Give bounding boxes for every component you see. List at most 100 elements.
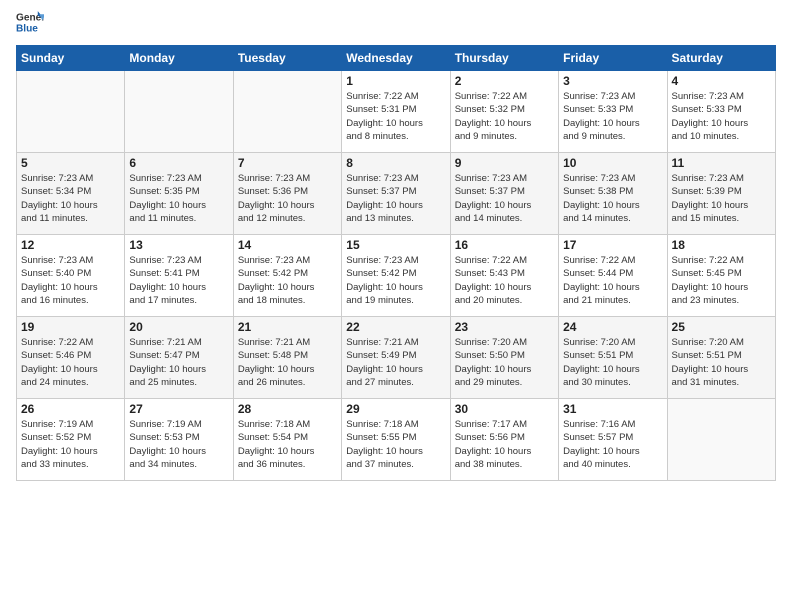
- day-info: Sunrise: 7:23 AM Sunset: 5:37 PM Dayligh…: [455, 172, 554, 225]
- calendar-cell: 28 Sunrise: 7:18 AM Sunset: 5:54 PM Dayli…: [233, 399, 341, 481]
- day-info: Sunrise: 7:23 AM Sunset: 5:33 PM Dayligh…: [672, 90, 771, 143]
- calendar-cell: 11Sunrise: 7:23 AM Sunset: 5:39 PM Dayli…: [667, 153, 775, 235]
- calendar-cell: 19Sunrise: 7:22 AM Sunset: 5:46 PM Dayli…: [17, 317, 125, 399]
- day-info: Sunrise: 7:20 AM Sunset: 5:51 PM Dayligh…: [563, 336, 662, 389]
- weekday-header-tuesday: Tuesday: [233, 46, 341, 71]
- calendar-table: SundayMondayTuesdayWednesdayThursdayFrid…: [16, 45, 776, 481]
- day-number: 12: [21, 238, 120, 252]
- calendar-week-3: 12 Sunrise: 7:23 AM Sunset: 5:40 PM Dayli…: [17, 235, 776, 317]
- day-info: Sunrise: 7:21 AM Sunset: 5:49 PM Dayligh…: [346, 336, 445, 389]
- day-number: 26: [21, 402, 120, 416]
- day-number: 3: [563, 74, 662, 88]
- calendar-cell: 30 Sunrise: 7:17 AM Sunset: 5:56 PM Dayli…: [450, 399, 558, 481]
- calendar-cell: [233, 71, 341, 153]
- calendar-cell: 3Sunrise: 7:23 AM Sunset: 5:33 PM Daylig…: [559, 71, 667, 153]
- weekday-header-row: SundayMondayTuesdayWednesdayThursdayFrid…: [17, 46, 776, 71]
- calendar-cell: 16Sunrise: 7:22 AM Sunset: 5:43 PM Dayli…: [450, 235, 558, 317]
- logo: General Blue: [16, 12, 44, 41]
- calendar-body: 1 Sunrise: 7:22 AM Sunset: 5:31 PM Daylig…: [17, 71, 776, 481]
- day-info: Sunrise: 7:16 AM Sunset: 5:57 PM Dayligh…: [563, 418, 662, 471]
- day-info: Sunrise: 7:22 AM Sunset: 5:43 PM Dayligh…: [455, 254, 554, 307]
- day-number: 2: [455, 74, 554, 88]
- day-number: 22: [346, 320, 445, 334]
- weekday-header-saturday: Saturday: [667, 46, 775, 71]
- calendar-cell: 14 Sunrise: 7:23 AM Sunset: 5:42 PM Dayli…: [233, 235, 341, 317]
- calendar-cell: 17 Sunrise: 7:22 AM Sunset: 5:44 PM Dayli…: [559, 235, 667, 317]
- day-number: 5: [21, 156, 120, 170]
- calendar-cell: 29 Sunrise: 7:18 AM Sunset: 5:55 PM Dayli…: [342, 399, 450, 481]
- day-info: Sunrise: 7:22 AM Sunset: 5:31 PM Dayligh…: [346, 90, 445, 143]
- day-number: 31: [563, 402, 662, 416]
- calendar-week-5: 26 Sunrise: 7:19 AM Sunset: 5:52 PM Dayli…: [17, 399, 776, 481]
- day-info: Sunrise: 7:23 AM Sunset: 5:38 PM Dayligh…: [563, 172, 662, 225]
- header: General Blue: [16, 12, 776, 41]
- day-number: 24: [563, 320, 662, 334]
- day-info: Sunrise: 7:21 AM Sunset: 5:47 PM Dayligh…: [129, 336, 228, 389]
- calendar-cell: 2 Sunrise: 7:22 AM Sunset: 5:32 PM Daylig…: [450, 71, 558, 153]
- svg-text:Blue: Blue: [16, 23, 38, 34]
- calendar-header: SundayMondayTuesdayWednesdayThursdayFrid…: [17, 46, 776, 71]
- day-info: Sunrise: 7:19 AM Sunset: 5:52 PM Dayligh…: [21, 418, 120, 471]
- day-info: Sunrise: 7:23 AM Sunset: 5:35 PM Dayligh…: [129, 172, 228, 225]
- day-info: Sunrise: 7:21 AM Sunset: 5:48 PM Dayligh…: [238, 336, 337, 389]
- day-info: Sunrise: 7:22 AM Sunset: 5:44 PM Dayligh…: [563, 254, 662, 307]
- day-number: 17: [563, 238, 662, 252]
- day-number: 8: [346, 156, 445, 170]
- day-number: 28: [238, 402, 337, 416]
- day-info: Sunrise: 7:20 AM Sunset: 5:51 PM Dayligh…: [672, 336, 771, 389]
- calendar-cell: 8 Sunrise: 7:23 AM Sunset: 5:37 PM Daylig…: [342, 153, 450, 235]
- day-number: 7: [238, 156, 337, 170]
- day-number: 23: [455, 320, 554, 334]
- day-info: Sunrise: 7:22 AM Sunset: 5:46 PM Dayligh…: [21, 336, 120, 389]
- calendar-cell: 13Sunrise: 7:23 AM Sunset: 5:41 PM Dayli…: [125, 235, 233, 317]
- calendar-cell: 6 Sunrise: 7:23 AM Sunset: 5:35 PM Daylig…: [125, 153, 233, 235]
- day-info: Sunrise: 7:22 AM Sunset: 5:32 PM Dayligh…: [455, 90, 554, 143]
- day-info: Sunrise: 7:23 AM Sunset: 5:37 PM Dayligh…: [346, 172, 445, 225]
- weekday-header-friday: Friday: [559, 46, 667, 71]
- day-info: Sunrise: 7:23 AM Sunset: 5:42 PM Dayligh…: [346, 254, 445, 307]
- day-number: 30: [455, 402, 554, 416]
- calendar-cell: [125, 71, 233, 153]
- day-number: 27: [129, 402, 228, 416]
- day-number: 10: [563, 156, 662, 170]
- calendar-cell: 23 Sunrise: 7:20 AM Sunset: 5:50 PM Dayli…: [450, 317, 558, 399]
- calendar-cell: 26 Sunrise: 7:19 AM Sunset: 5:52 PM Dayli…: [17, 399, 125, 481]
- day-info: Sunrise: 7:23 AM Sunset: 5:40 PM Dayligh…: [21, 254, 120, 307]
- day-info: Sunrise: 7:23 AM Sunset: 5:34 PM Dayligh…: [21, 172, 120, 225]
- day-number: 15: [346, 238, 445, 252]
- calendar-cell: 25 Sunrise: 7:20 AM Sunset: 5:51 PM Dayli…: [667, 317, 775, 399]
- weekday-header-wednesday: Wednesday: [342, 46, 450, 71]
- calendar-cell: 12 Sunrise: 7:23 AM Sunset: 5:40 PM Dayli…: [17, 235, 125, 317]
- calendar-cell: 7 Sunrise: 7:23 AM Sunset: 5:36 PM Daylig…: [233, 153, 341, 235]
- day-number: 25: [672, 320, 771, 334]
- day-number: 29: [346, 402, 445, 416]
- day-info: Sunrise: 7:23 AM Sunset: 5:41 PM Dayligh…: [129, 254, 228, 307]
- day-number: 4: [672, 74, 771, 88]
- calendar-cell: 1 Sunrise: 7:22 AM Sunset: 5:31 PM Daylig…: [342, 71, 450, 153]
- calendar-cell: 21 Sunrise: 7:21 AM Sunset: 5:48 PM Dayli…: [233, 317, 341, 399]
- weekday-header-sunday: Sunday: [17, 46, 125, 71]
- day-info: Sunrise: 7:23 AM Sunset: 5:42 PM Dayligh…: [238, 254, 337, 307]
- calendar-cell: 27Sunrise: 7:19 AM Sunset: 5:53 PM Dayli…: [125, 399, 233, 481]
- day-number: 14: [238, 238, 337, 252]
- day-info: Sunrise: 7:20 AM Sunset: 5:50 PM Dayligh…: [455, 336, 554, 389]
- day-info: Sunrise: 7:17 AM Sunset: 5:56 PM Dayligh…: [455, 418, 554, 471]
- calendar-cell: 18Sunrise: 7:22 AM Sunset: 5:45 PM Dayli…: [667, 235, 775, 317]
- day-number: 1: [346, 74, 445, 88]
- day-info: Sunrise: 7:23 AM Sunset: 5:39 PM Dayligh…: [672, 172, 771, 225]
- day-info: Sunrise: 7:18 AM Sunset: 5:54 PM Dayligh…: [238, 418, 337, 471]
- day-number: 18: [672, 238, 771, 252]
- calendar-week-2: 5 Sunrise: 7:23 AM Sunset: 5:34 PM Daylig…: [17, 153, 776, 235]
- calendar-cell: 22 Sunrise: 7:21 AM Sunset: 5:49 PM Dayli…: [342, 317, 450, 399]
- day-number: 20: [129, 320, 228, 334]
- calendar-cell: 20 Sunrise: 7:21 AM Sunset: 5:47 PM Dayli…: [125, 317, 233, 399]
- calendar-cell: 9Sunrise: 7:23 AM Sunset: 5:37 PM Daylig…: [450, 153, 558, 235]
- day-number: 21: [238, 320, 337, 334]
- day-info: Sunrise: 7:18 AM Sunset: 5:55 PM Dayligh…: [346, 418, 445, 471]
- calendar-cell: 5 Sunrise: 7:23 AM Sunset: 5:34 PM Daylig…: [17, 153, 125, 235]
- day-number: 6: [129, 156, 228, 170]
- day-info: Sunrise: 7:23 AM Sunset: 5:36 PM Dayligh…: [238, 172, 337, 225]
- calendar-cell: 31 Sunrise: 7:16 AM Sunset: 5:57 PM Dayli…: [559, 399, 667, 481]
- weekday-header-monday: Monday: [125, 46, 233, 71]
- logo-icon: General Blue: [16, 8, 44, 36]
